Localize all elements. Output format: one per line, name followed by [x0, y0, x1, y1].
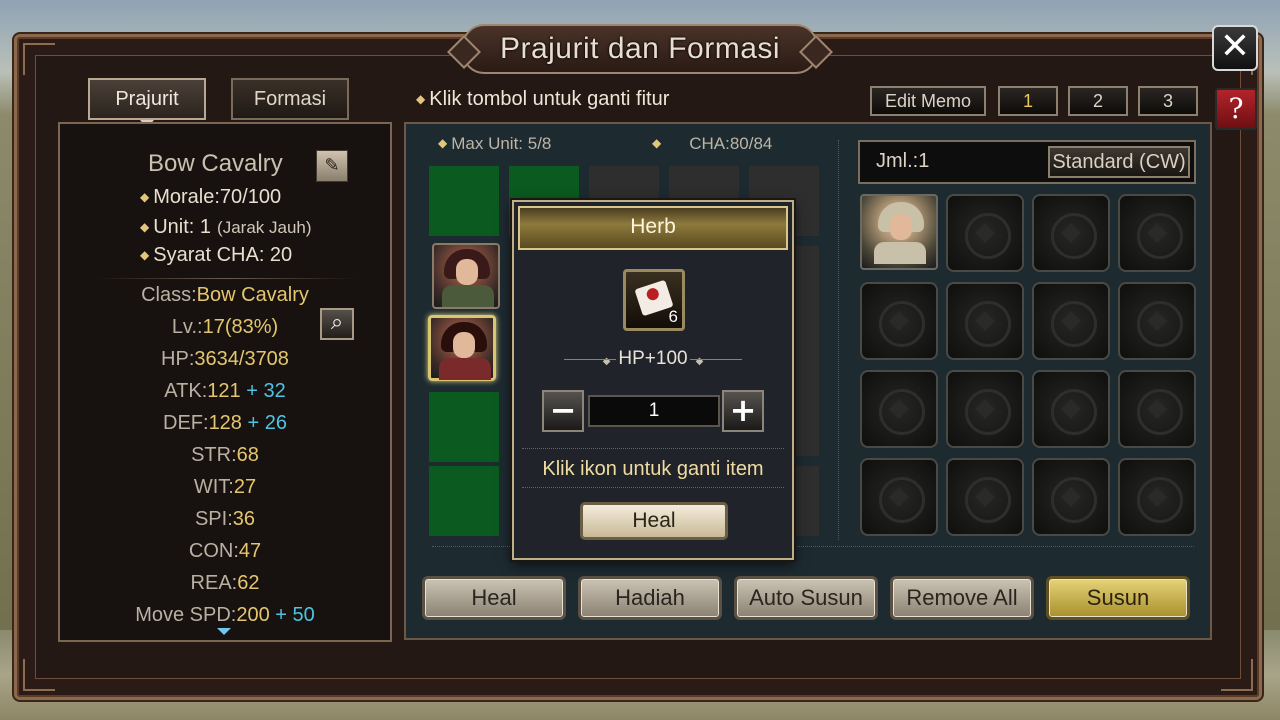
unit-morale: ◆ Morale:70/100 [140, 186, 281, 209]
unit-range-text: (Jarak Jauh) [217, 218, 312, 237]
roster-slot-empty[interactable] [946, 194, 1024, 272]
diamond-icon: ◆ [652, 136, 662, 150]
scroll-down-icon[interactable] [217, 628, 231, 635]
frame-corner [23, 659, 55, 691]
divider [522, 448, 784, 449]
item-count: 6 [668, 307, 678, 326]
formation-cell[interactable] [429, 392, 499, 462]
unit-count: ◆ Unit: 1 (Jarak Jauh) [140, 216, 312, 239]
formation-cell[interactable] [429, 166, 499, 236]
unit-cha-text: Syarat CHA: 20 [153, 244, 293, 266]
divider [96, 278, 356, 279]
arrange-button[interactable]: Susun [1046, 576, 1190, 620]
unit-morale-text: Morale:70/100 [153, 186, 282, 208]
heal-button[interactable]: Heal [422, 576, 566, 620]
roster-slot-empty[interactable] [1118, 194, 1196, 272]
tab-formasi[interactable]: Formasi [231, 78, 349, 120]
roster-unit-portrait[interactable] [860, 194, 938, 270]
item-effect-text: HP+100 [618, 348, 688, 369]
unit-count-text: Unit: 1 [153, 216, 212, 238]
max-unit-label: ◆ Max Unit: 5/8 [438, 134, 552, 153]
roster-slot-empty[interactable] [1118, 458, 1196, 536]
decrease-button[interactable]: − [542, 390, 584, 432]
roster-slot-empty[interactable] [860, 370, 938, 448]
roster-slot-empty[interactable] [860, 458, 938, 536]
stat-atk: ATK:121 + 32 [164, 380, 286, 402]
stat-def: DEF:128 + 26 [163, 412, 287, 434]
roster-slot-empty[interactable] [1032, 458, 1110, 536]
item-effect: ◆ HP+100 ◆ [514, 348, 792, 370]
tab-prajurit[interactable]: Prajurit [88, 78, 206, 128]
reward-button[interactable]: Hadiah [578, 576, 722, 620]
auto-arrange-button[interactable]: Auto Susun [734, 576, 878, 620]
memo-slot-3[interactable]: 3 [1138, 86, 1198, 116]
panel-separator [838, 140, 839, 540]
window-title: Prajurit dan Formasi [462, 24, 818, 74]
unit-cha-requirement: ◆ Syarat CHA: 20 [140, 244, 292, 267]
popup-heal-button[interactable]: Heal [580, 502, 728, 540]
item-popup: Herb 6 ◆ HP+100 ◆ − 1 + Klik ikon untuk ga… [512, 200, 794, 560]
stat-spi: SPI:36 [194, 508, 256, 530]
roster-count: Jml.:1 [876, 150, 930, 172]
popup-hint: Klik ikon untuk ganti item [542, 458, 764, 480]
roster-slot-empty[interactable] [946, 370, 1024, 448]
stat-class: Class:Bow Cavalry [141, 284, 309, 306]
diamond-icon: ◆ [140, 220, 150, 234]
unit-name: Bow Cavalry [148, 150, 283, 177]
feature-hint: ◆ Klik tombol untuk ganti fitur [416, 88, 669, 111]
roster-slot-empty[interactable] [946, 458, 1024, 536]
diamond-icon: ◆ [140, 248, 150, 262]
increase-button[interactable]: + [722, 390, 764, 432]
formation-cell[interactable] [429, 466, 499, 536]
stat-str: STR:68 [191, 444, 259, 466]
divider [522, 487, 784, 488]
stat-move-speed: Move SPD:200 + 50 [135, 604, 315, 626]
herb-item-icon[interactable]: 6 [623, 269, 685, 331]
diamond-icon: ◆ [438, 136, 448, 150]
roster-slot-empty[interactable] [860, 282, 938, 360]
roster-slot-empty[interactable] [1032, 282, 1110, 360]
popup-title: Herb [518, 206, 788, 250]
roster-slot-empty[interactable] [1118, 282, 1196, 360]
stat-con: CON:47 [188, 540, 262, 562]
feature-hint-text: Klik tombol untuk ganti fitur [429, 88, 670, 110]
diamond-icon: ◆ [140, 190, 150, 204]
frame-corner [23, 43, 55, 75]
stat-rea: REA:62 [190, 572, 260, 594]
roster-header: Jml.:1 Standard (CW) [858, 140, 1196, 184]
stat-wit: WIT:27 [193, 476, 257, 498]
roster-slot-empty[interactable] [1032, 370, 1110, 448]
frame-corner [1221, 659, 1253, 691]
diamond-icon: ◆ [416, 92, 426, 106]
cha-label: ◆ CHA:80/84 [652, 134, 773, 153]
stat-hp: HP:3634/3708 [161, 348, 289, 370]
roster-filter-button[interactable]: Standard (CW) [1048, 146, 1190, 178]
quantity-input[interactable]: 1 [588, 395, 720, 427]
edit-name-icon[interactable]: ✎ [316, 150, 348, 182]
diamond-icon: ◆ [695, 356, 704, 367]
memo-slot-2[interactable]: 2 [1068, 86, 1128, 116]
edit-memo-button[interactable]: Edit Memo [870, 86, 986, 116]
roster-slot-empty[interactable] [946, 282, 1024, 360]
close-button[interactable]: ✕ [1212, 25, 1258, 71]
help-button[interactable]: ? [1215, 88, 1257, 130]
diamond-icon: ◆ [602, 356, 611, 367]
remove-all-button[interactable]: Remove All [890, 576, 1034, 620]
roster-slot-empty[interactable] [1032, 194, 1110, 272]
unit-portrait-selected[interactable] [428, 315, 496, 381]
memo-slot-1[interactable]: 1 [998, 86, 1058, 116]
magnifier-icon[interactable]: ⌕ [320, 308, 354, 340]
roster-slot-empty[interactable] [1118, 370, 1196, 448]
unit-portrait[interactable] [432, 243, 500, 309]
